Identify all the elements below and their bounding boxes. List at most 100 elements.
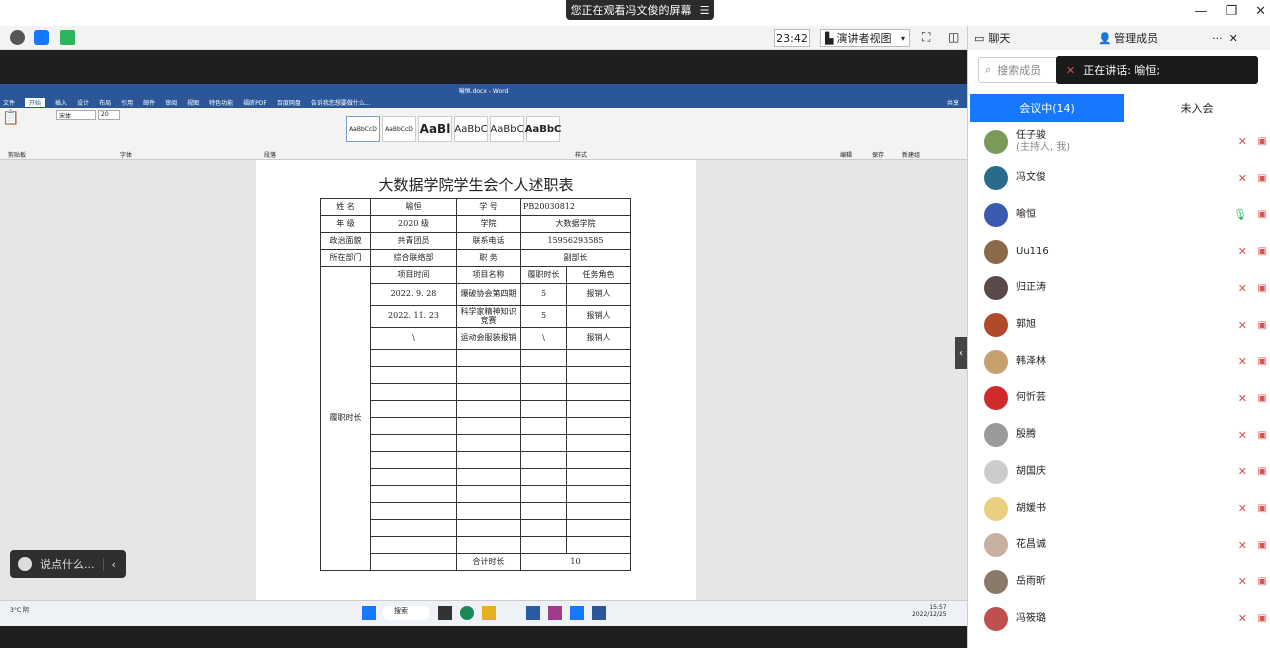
style-normal[interactable]: AaBbCcD	[346, 116, 380, 142]
minimize-icon[interactable]: —	[1194, 4, 1207, 19]
member-row[interactable]: 冯筱璐 ✕ ▣	[968, 600, 1270, 637]
mic-on-icon[interactable]: 🎙	[1233, 208, 1247, 221]
tab-references[interactable]: 引用	[121, 98, 133, 107]
tab-insert[interactable]: 插入	[55, 98, 67, 107]
panel-collapse-button[interactable]: ‹	[955, 337, 967, 369]
font-name-select[interactable]: 宋体	[56, 110, 96, 120]
camera-off-icon[interactable]: ▣	[1258, 246, 1267, 257]
tell-me-search[interactable]: 告诉我您想要做什么...	[311, 98, 371, 107]
camera-off-icon[interactable]: ▣	[1258, 209, 1267, 220]
member-row[interactable]: 郭旭 ✕ ▣	[968, 307, 1270, 344]
member-row[interactable]: 韩泽林 ✕ ▣	[968, 343, 1270, 380]
close-icon[interactable]: ✕	[1255, 4, 1266, 19]
tab-features[interactable]: 特色功能	[209, 98, 233, 107]
mic-off-icon[interactable]: ✕	[1238, 355, 1247, 368]
windows-start-icon[interactable]	[362, 606, 376, 620]
app-icon[interactable]	[548, 606, 562, 620]
camera-off-icon[interactable]: ▣	[1258, 576, 1267, 587]
font-size-select[interactable]: 20	[98, 110, 120, 120]
info-icon[interactable]	[10, 30, 25, 45]
member-row[interactable]: 胡媛书 ✕ ▣	[968, 490, 1270, 527]
edge-icon[interactable]	[460, 606, 474, 620]
camera-off-icon[interactable]: ▣	[1258, 173, 1267, 184]
emoji-icon[interactable]	[18, 557, 32, 571]
mic-off-icon[interactable]: ✕	[1238, 575, 1247, 588]
member-row[interactable]: 冯文俊 ✕ ▣	[968, 160, 1270, 197]
mic-off-icon[interactable]: ✕	[1238, 282, 1247, 295]
mic-off-icon[interactable]: ✕	[1238, 319, 1247, 332]
document-page[interactable]: 大数据学院学生会个人述职表 姓 名喻恒学 号 PB20030812 年 级 2020…	[256, 160, 696, 600]
tab-review[interactable]: 审阅	[165, 98, 177, 107]
mic-off-icon[interactable]: ✕	[1238, 135, 1247, 148]
file-explorer-icon[interactable]	[482, 606, 496, 620]
mail-icon[interactable]	[526, 606, 540, 620]
signal-icon[interactable]	[60, 30, 75, 45]
task-view-icon[interactable]	[438, 606, 452, 620]
member-search-input[interactable]: ⌕ 搜索成员	[978, 57, 1058, 83]
member-row[interactable]: 胡国庆 ✕ ▣	[968, 453, 1270, 490]
ribbon-tabs: 文件 开始 插入 设计 布局 引用 邮件 审阅 视图 特色功能 福昕PDF 百度…	[0, 96, 967, 108]
tab-layout[interactable]: 布局	[99, 98, 111, 107]
mic-off-icon[interactable]: ✕	[1238, 172, 1247, 185]
member-row[interactable]: 归正涛 ✕ ▣	[968, 270, 1270, 307]
member-name: 喻恒	[1016, 208, 1036, 220]
style-heading1[interactable]: AaBl	[418, 116, 452, 142]
weather-widget[interactable]: 3°C 阴	[10, 605, 40, 614]
view-mode-button[interactable]: ▙ 演讲者视图 ▾	[820, 29, 910, 47]
close-icon[interactable]: ✕	[1229, 32, 1238, 45]
mic-off-icon[interactable]: ✕	[1238, 502, 1247, 515]
tab-file[interactable]: 文件	[3, 98, 15, 107]
tab-design[interactable]: 设计	[77, 98, 89, 107]
style-title[interactable]: AaBbC	[490, 116, 524, 142]
member-row[interactable]: 花昌诚 ✕ ▣	[968, 527, 1270, 564]
camera-off-icon[interactable]: ▣	[1258, 466, 1267, 477]
camera-off-icon[interactable]: ▣	[1258, 393, 1267, 404]
chat-input-pill[interactable]: 说点什么... ‹	[10, 550, 126, 578]
mic-off-icon[interactable]: ✕	[1238, 392, 1247, 405]
camera-off-icon[interactable]: ▣	[1258, 540, 1267, 551]
menu-icon[interactable]: ☰	[700, 4, 710, 17]
member-row[interactable]: Uu116 ✕ ▣	[968, 233, 1270, 270]
meeting-app-icon[interactable]	[570, 606, 584, 620]
member-row[interactable]: 岳雨昕 ✕ ▣	[968, 563, 1270, 600]
tab-baidu[interactable]: 百度网盘	[277, 98, 301, 107]
style-heading2[interactable]: AaBbC	[454, 116, 488, 142]
tab-in-meeting[interactable]: 会议中(14)	[970, 94, 1124, 122]
shield-icon[interactable]	[34, 30, 49, 45]
mic-off-icon[interactable]: ✕	[1238, 612, 1247, 625]
sidebar-toggle-icon[interactable]: ◫	[948, 30, 959, 44]
tab-chat[interactable]: 聊天	[988, 30, 1010, 46]
camera-off-icon[interactable]: ▣	[1258, 613, 1267, 624]
camera-off-icon[interactable]: ▣	[1258, 136, 1267, 147]
camera-off-icon[interactable]: ▣	[1258, 283, 1267, 294]
tab-not-joined[interactable]: 未入会	[1124, 94, 1270, 122]
style-no-spacing[interactable]: AaBbCcD	[382, 116, 416, 142]
camera-off-icon[interactable]: ▣	[1258, 503, 1267, 514]
more-icon[interactable]: ···	[1212, 32, 1223, 45]
tab-view[interactable]: 视图	[187, 98, 199, 107]
tab-manage-members[interactable]: 管理成员	[1114, 30, 1158, 46]
paste-icon[interactable]: 📋	[2, 110, 19, 126]
taskbar-search[interactable]: 搜索	[382, 606, 430, 620]
fullscreen-icon[interactable]: ⛶	[922, 30, 930, 45]
word-app-icon[interactable]	[592, 606, 606, 620]
style-subtitle[interactable]: AaBbC	[525, 116, 561, 142]
tab-pdf[interactable]: 福昕PDF	[243, 98, 267, 107]
member-row[interactable]: 何忻芸 ✕ ▣	[968, 380, 1270, 417]
tab-home[interactable]: 开始	[25, 97, 46, 107]
restore-icon[interactable]: ❐	[1225, 4, 1237, 19]
tab-mailings[interactable]: 邮件	[143, 98, 155, 107]
screen-share-banner[interactable]: 您正在观看冯文俊的屏幕 ☰	[566, 0, 714, 20]
member-row[interactable]: 殷腾 ✕ ▣	[968, 417, 1270, 454]
camera-off-icon[interactable]: ▣	[1258, 430, 1267, 441]
share-button[interactable]: 共享	[947, 98, 959, 107]
member-row[interactable]: 喻恒 🎙 ▣	[968, 196, 1270, 233]
mic-off-icon[interactable]: ✕	[1238, 465, 1247, 478]
camera-off-icon[interactable]: ▣	[1258, 320, 1267, 331]
chevron-left-icon[interactable]: ‹	[102, 557, 116, 571]
member-row[interactable]: 任子骏 (主持人, 我) ✕ ▣	[968, 123, 1270, 160]
mic-off-icon[interactable]: ✕	[1238, 539, 1247, 552]
mic-off-icon[interactable]: ✕	[1238, 429, 1247, 442]
mic-off-icon[interactable]: ✕	[1238, 245, 1247, 258]
camera-off-icon[interactable]: ▣	[1258, 356, 1267, 367]
